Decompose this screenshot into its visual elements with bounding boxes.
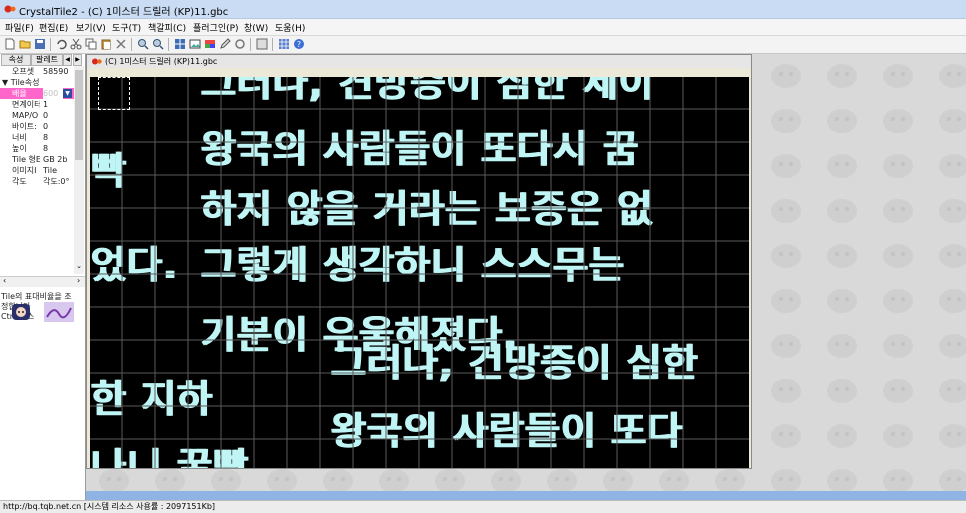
toolbar-separator — [131, 38, 132, 51]
menu-help[interactable]: 도움(H) — [275, 21, 305, 34]
help-icon[interactable]: ? — [293, 38, 305, 50]
menu-bookmarks[interactable]: 책갈피(C) — [148, 21, 186, 34]
prop-label: 면계이터 — [12, 100, 40, 109]
property-vertical-scrollbar[interactable]: ⌄ — [74, 66, 84, 274]
prop-value[interactable]: GB 2b — [43, 154, 74, 165]
prop-value[interactable]: 각도:0° — [43, 176, 74, 187]
prop-row-image[interactable]: 이미지I Tile — [0, 165, 74, 176]
tab-scroll-right-icon[interactable]: ▶ — [73, 54, 82, 66]
new-file-icon[interactable] — [4, 38, 16, 50]
prop-label: MAP/O — [12, 111, 39, 120]
tab-palette[interactable]: 팔레트 — [31, 54, 63, 66]
tab-properties[interactable]: 속성 — [1, 54, 31, 66]
prop-label: 오프셋 — [12, 67, 35, 76]
status-text: http://bq.tqb.net.cn [시스템 리소스 사용률 : 2097… — [3, 502, 216, 511]
menu-file[interactable]: 파일(F) — [5, 21, 34, 34]
tab-scroll-left-icon[interactable]: ◀ — [63, 54, 72, 66]
property-panel: 속성 팔레트 ◀ ▶ 오프셋 58590 ▼ Tile속성 배율 600 ▼ 면… — [0, 54, 86, 500]
save-icon[interactable] — [34, 38, 46, 50]
palette-icon[interactable] — [204, 38, 216, 50]
prop-row-offset[interactable]: 오프셋 58590 — [0, 66, 74, 77]
property-horizontal-scrollbar[interactable]: ‹ › — [0, 276, 85, 287]
menu-tools[interactable]: 도구(T) — [112, 21, 141, 34]
scrollbar-thumb[interactable] — [75, 70, 83, 160]
child-window-title: (C) 1미스터 드릴러 (KP)11.gbc — [105, 57, 218, 66]
toolbar-separator — [250, 38, 251, 51]
menu-window[interactable]: 창(W) — [244, 21, 268, 34]
undo-icon[interactable] — [55, 38, 67, 50]
prop-value[interactable]: Tile — [43, 165, 74, 176]
prop-row-width[interactable]: 너비 8 — [0, 132, 74, 143]
tile-canvas[interactable]: 그러나, 견망증이 심한 세이 왕국의 사람들이 또다시 꿈 빡 하지 않을 거라는 … — [90, 77, 749, 468]
prop-label: 너비 — [12, 133, 27, 142]
toolbar: ? — [0, 36, 966, 54]
canvas-text-line: 나니 꿀빡 — [90, 445, 249, 468]
menu-view[interactable]: 보기(V) — [76, 21, 106, 34]
description-line: Tile의 표대비율을 조 — [1, 292, 72, 301]
menu-bar: 파일(F) 편집(E) 보기(V) 도구(T) 책갈피(C) 플러그인(P) 창… — [0, 19, 966, 36]
prop-label: Tile 형E — [12, 155, 40, 164]
prop-label: 배율 — [12, 89, 27, 98]
prop-row-bytes[interactable]: 바이트: 0 — [0, 121, 74, 132]
prop-label: 각도 — [12, 177, 27, 186]
prop-value[interactable]: 8 — [43, 143, 74, 154]
prop-label: 이미지I — [12, 166, 37, 175]
grid-icon[interactable] — [278, 38, 290, 50]
svg-text:?: ? — [297, 40, 301, 49]
prop-row-map[interactable]: MAP/O 0 — [0, 110, 74, 121]
prop-value[interactable]: 8 — [43, 132, 74, 143]
mascot-icon — [12, 304, 30, 320]
prop-row-layers[interactable]: 면계이터 1 — [0, 99, 74, 110]
prop-category-text: Tile속성 — [10, 78, 40, 87]
app-logo-icon — [92, 58, 102, 65]
toolbar-separator — [50, 38, 51, 51]
window-title: CrystalTile2 - (C) 1미스터 드릴러 (KP)11.gbc — [19, 7, 229, 18]
prop-value[interactable]: 58590 — [43, 66, 74, 77]
tile-view-icon[interactable] — [174, 38, 186, 50]
fullscreen-icon[interactable] — [256, 38, 268, 50]
tile-selection-box[interactable] — [98, 77, 130, 110]
replace-icon[interactable] — [152, 38, 164, 50]
scale-dropdown-value[interactable]: 600 — [43, 88, 63, 99]
image-icon[interactable] — [189, 38, 201, 50]
mascot-decoration-icon — [44, 302, 74, 322]
search-icon[interactable] — [137, 38, 149, 50]
delete-icon[interactable] — [115, 38, 127, 50]
prop-label: 높이 — [12, 144, 27, 153]
chevron-down-icon[interactable]: ▼ — [63, 89, 72, 98]
scroll-left-icon[interactable]: ‹ — [3, 276, 6, 285]
prop-value[interactable]: 1 — [43, 99, 74, 110]
prop-row-scale[interactable]: 배율 600 ▼ — [0, 88, 74, 99]
open-folder-icon[interactable] — [19, 38, 31, 50]
edit-icon[interactable] — [219, 38, 231, 50]
tile-viewer-window[interactable]: (C) 1미스터 드릴러 (KP)11.gbc 그러나, 견망증이 심한 세이 왕… — [86, 54, 752, 469]
child-title-bar[interactable]: (C) 1미스터 드릴러 (KP)11.gbc — [87, 55, 751, 68]
app-logo-icon — [4, 5, 16, 13]
prop-value[interactable]: 0 — [43, 121, 74, 132]
prop-row-tile-format[interactable]: Tile 형E GB 2b — [0, 154, 74, 165]
title-bar: CrystalTile2 - (C) 1미스터 드릴러 (KP)11.gbc — [0, 0, 966, 19]
prop-value[interactable]: 0 — [43, 110, 74, 121]
mdi-bottom-bar — [86, 491, 966, 500]
toolbar-separator — [272, 38, 273, 51]
cut-icon[interactable] — [70, 38, 82, 50]
prop-category-label: ▼ Tile속성 — [2, 78, 40, 87]
canvas-text-line: 그렇게 생각하니 스스무는 — [200, 243, 625, 287]
prop-label: 바이트: — [12, 122, 37, 131]
scroll-down-icon[interactable]: ⌄ — [75, 262, 83, 270]
toolbar-separator — [168, 38, 169, 51]
paste-icon[interactable] — [100, 38, 112, 50]
prop-row-height[interactable]: 높이 8 — [0, 143, 74, 154]
scroll-right-icon[interactable]: › — [77, 276, 80, 285]
prop-row-angle[interactable]: 각도 각도:0° — [0, 176, 74, 187]
prop-category-tile[interactable]: ▼ Tile속성 — [0, 77, 74, 88]
menu-edit[interactable]: 편집(E) — [39, 21, 68, 34]
mdi-workspace: (C) 1미스터 드릴러 (KP)11.gbc 그러나, 견망증이 심한 세이 왕… — [86, 54, 966, 500]
status-bar: http://bq.tqb.net.cn [시스템 리소스 사용률 : 2097… — [0, 500, 966, 513]
refresh-icon[interactable] — [234, 38, 246, 50]
canvas-text-line: 하지 않을 거라는 보증은 없 — [200, 187, 653, 231]
copy-icon[interactable] — [85, 38, 97, 50]
menu-plugins[interactable]: 플러그인(P) — [193, 21, 239, 34]
canvas-text-line: 그러나, 견망증이 심한 세이 — [200, 77, 654, 105]
